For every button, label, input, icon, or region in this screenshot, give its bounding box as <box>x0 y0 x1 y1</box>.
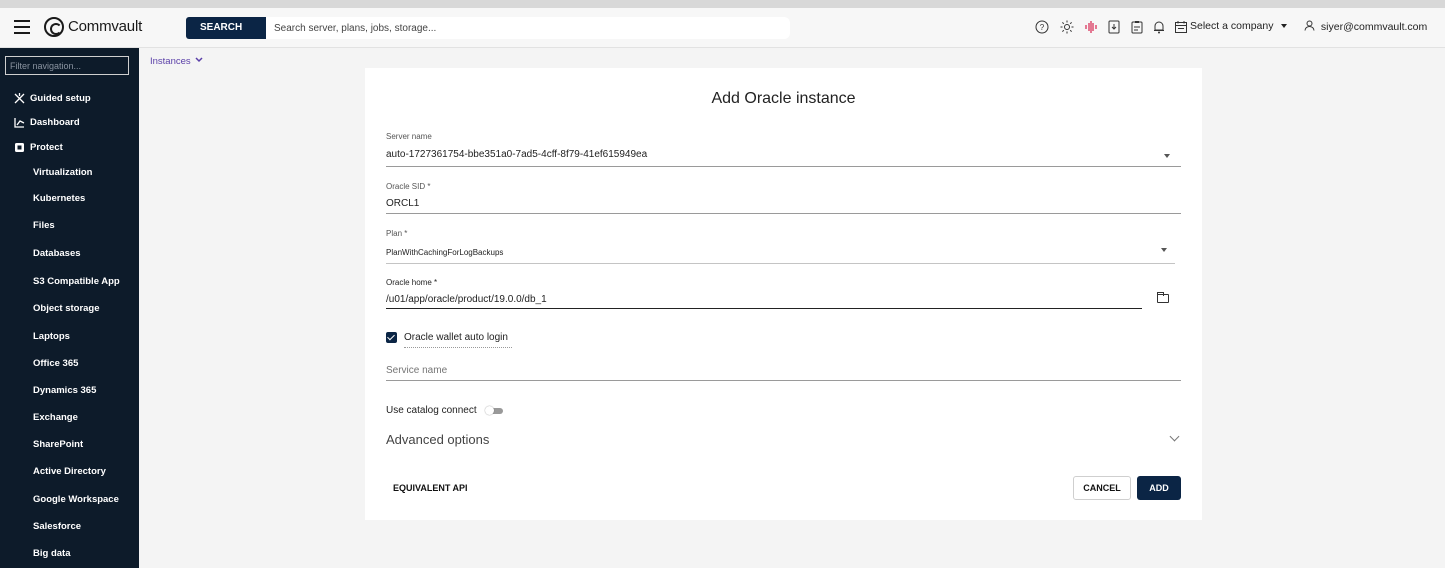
guided-setup-icon <box>14 93 25 104</box>
protect-icon <box>14 142 25 153</box>
plan-underline <box>386 263 1175 264</box>
user-email: siyer@commvault.com <box>1320 21 1428 33</box>
sidebar-item-dynamics-365[interactable]: Dynamics 365 <box>0 380 139 402</box>
server-name-caret-icon[interactable] <box>1164 154 1170 158</box>
oracle-sid-input[interactable]: ORCL1 <box>386 198 419 209</box>
breadcrumb-label: Instances <box>150 56 191 67</box>
folder-icon[interactable] <box>1157 292 1169 303</box>
sidebar-item-label: Guided setup <box>30 93 91 104</box>
calendar-icon[interactable] <box>1174 20 1188 34</box>
oracle-wallet-auto-login-label[interactable]: Oracle wallet auto login <box>404 332 508 343</box>
help-icon[interactable]: ? <box>1035 20 1049 34</box>
company-select[interactable]: Select a company <box>1190 20 1288 32</box>
wallet-label-underline <box>404 347 512 348</box>
sidebar-item-databases[interactable]: Databases <box>0 243 139 265</box>
user-icon <box>1304 20 1315 31</box>
sidebar-item-label: Dashboard <box>30 117 80 128</box>
top-bar: Commvault SEARCH ? Select a company siye… <box>0 0 1445 48</box>
oracle-wallet-auto-login-checkbox[interactable] <box>386 332 397 343</box>
chevron-down-icon <box>195 57 203 63</box>
plan-label: Plan * <box>386 229 408 238</box>
breadcrumb[interactable]: Instances <box>150 56 203 67</box>
plan-select[interactable]: PlanWithCachingForLogBackups <box>386 248 503 257</box>
plan-caret-icon[interactable] <box>1161 248 1167 252</box>
download-icon[interactable] <box>1107 20 1121 34</box>
bell-icon[interactable] <box>1152 20 1166 34</box>
server-name-select[interactable]: auto-1727361754-bbe351a0-7ad5-4cff-8f79-… <box>386 149 647 160</box>
sidebar-item-salesforce[interactable]: Salesforce <box>0 516 139 538</box>
cancel-button[interactable]: CANCEL <box>1073 476 1131 500</box>
oracle-sid-label: Oracle SID * <box>386 182 431 191</box>
sidebar-item-protect[interactable]: Protect <box>0 137 139 159</box>
activity-icon[interactable] <box>1084 20 1098 34</box>
hamburger-menu-icon[interactable] <box>14 20 30 34</box>
filter-navigation-input[interactable] <box>5 56 129 75</box>
server-name-underline <box>386 166 1181 167</box>
sidebar-item-s3-compatible-app[interactable]: S3 Compatible App <box>0 271 139 293</box>
clipboard-icon[interactable] <box>1130 20 1144 34</box>
user-menu[interactable]: siyer@commvault.com <box>1304 20 1427 33</box>
sidebar-item-guided-setup[interactable]: Guided setup <box>0 88 139 110</box>
use-catalog-connect-toggle[interactable] <box>485 406 503 415</box>
sidebar-item-laptops[interactable]: Laptops <box>0 326 139 348</box>
search-button[interactable]: SEARCH <box>186 17 266 39</box>
sidebar-item-office-365[interactable]: Office 365 <box>0 353 139 375</box>
oracle-home-input[interactable]: /u01/app/oracle/product/19.0.0/db_1 <box>386 294 547 305</box>
chevron-down-icon[interactable] <box>1169 431 1180 442</box>
add-oracle-instance-card: Add Oracle instance Server name auto-172… <box>365 68 1202 520</box>
theme-icon[interactable] <box>1060 20 1074 34</box>
sidebar: Guided setup Dashboard Protect Virtualiz… <box>0 48 139 568</box>
dashboard-icon <box>14 117 25 128</box>
server-name-label: Server name <box>386 132 432 141</box>
oracle-home-underline <box>386 308 1142 309</box>
oracle-home-label: Oracle home * <box>386 278 438 287</box>
svg-text:?: ? <box>1040 23 1045 32</box>
sidebar-item-dashboard[interactable]: Dashboard <box>0 112 139 134</box>
sidebar-item-exchange[interactable]: Exchange <box>0 407 139 429</box>
service-name-input[interactable] <box>386 361 1181 381</box>
sidebar-item-object-storage[interactable]: Object storage <box>0 298 139 320</box>
sidebar-item-kubernetes[interactable]: Kubernetes <box>0 188 139 210</box>
sidebar-item-big-data[interactable]: Big data <box>0 543 139 565</box>
brand-name: Commvault <box>68 18 143 35</box>
sidebar-item-sharepoint[interactable]: SharePoint <box>0 434 139 456</box>
caret-down-icon <box>1281 24 1288 29</box>
advanced-options-toggle[interactable]: Advanced options <box>386 432 489 447</box>
toggle-thumb <box>485 406 494 415</box>
use-catalog-connect-label: Use catalog connect <box>386 405 477 416</box>
company-select-label: Select a company <box>1190 20 1274 32</box>
page-title: Add Oracle instance <box>711 90 856 107</box>
equivalent-api-button[interactable]: EQUIVALENT API <box>393 483 468 493</box>
search-input[interactable] <box>266 17 790 39</box>
sidebar-item-label: Protect <box>30 142 63 153</box>
sidebar-item-files[interactable]: Files <box>0 215 139 237</box>
oracle-sid-underline <box>386 213 1181 214</box>
add-button[interactable]: ADD <box>1137 476 1181 500</box>
commvault-logo-icon <box>44 17 64 37</box>
sidebar-item-google-workspace[interactable]: Google Workspace <box>0 489 139 511</box>
sidebar-item-active-directory[interactable]: Active Directory <box>0 461 139 483</box>
sidebar-item-virtualization[interactable]: Virtualization <box>0 162 139 184</box>
